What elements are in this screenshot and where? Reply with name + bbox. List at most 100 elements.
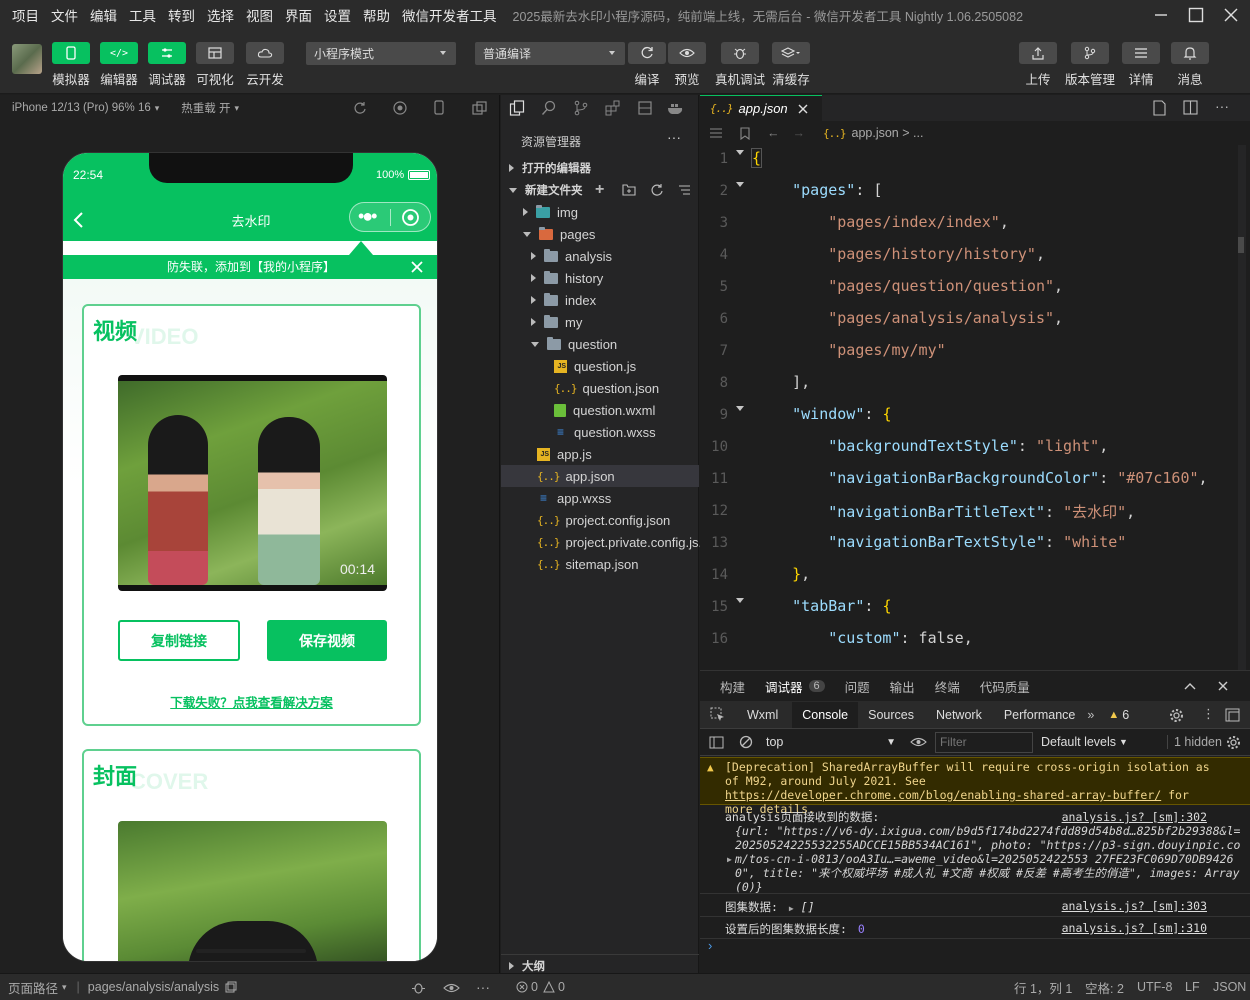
tree-item-question-json[interactable]: {..} question.json [501, 377, 699, 399]
tree-item-app-wxss[interactable]: ≡ app.wxss [501, 487, 699, 509]
forward-arrow-icon[interactable]: → [793, 126, 806, 140]
expand-arrow-icon[interactable]: ▶ [789, 904, 794, 913]
tree-item-project-private-config-js[interactable]: {..} project.private.config.js... [501, 531, 709, 553]
console-prompt[interactable]: › [708, 938, 712, 953]
clear-console-icon[interactable] [739, 735, 753, 749]
popout-icon[interactable] [472, 101, 487, 115]
rotate-icon[interactable] [353, 101, 367, 115]
inspect-icon[interactable] [710, 707, 725, 722]
tab-debugger[interactable]: 调试器 [765, 677, 803, 696]
chevron-up-icon[interactable] [1184, 682, 1196, 690]
project-root-section[interactable]: 新建文件夹 + [501, 179, 699, 201]
download-help-link[interactable]: 下载失败？点我查看解决方案 [84, 692, 419, 711]
tree-item-question-wxss[interactable]: ≡ question.wxss [501, 421, 699, 443]
tab-performance[interactable]: Performance [1004, 708, 1076, 722]
tab-wxml[interactable]: Wxml [747, 708, 778, 722]
tree-item-index[interactable]: index [501, 289, 699, 311]
log2-source-link[interactable]: analysis.js? [sm]:303 [1062, 899, 1207, 913]
warning-count[interactable]: 6 [1122, 708, 1129, 722]
gear-icon[interactable] [1169, 708, 1184, 723]
kebab-menu-icon[interactable]: ⋮ [1202, 706, 1215, 722]
menu-view[interactable]: 视图 [246, 5, 273, 25]
expand-arrow-icon[interactable]: ▶ [727, 853, 732, 867]
tree-item-sitemap-json[interactable]: {..} sitemap.json [501, 553, 699, 575]
tree-item-project-config-json[interactable]: {..} project.config.json [501, 509, 699, 531]
language-mode[interactable]: JSON [1213, 980, 1246, 994]
log-levels-select[interactable]: Default levels [1041, 735, 1116, 749]
new-folder-icon[interactable] [622, 183, 636, 196]
open-preview-icon[interactable] [1152, 100, 1167, 116]
fold-icon[interactable] [736, 406, 744, 411]
messages-button[interactable]: 消息 [1171, 42, 1209, 88]
fold-icon[interactable] [736, 150, 744, 155]
tab-console[interactable]: Console [792, 701, 859, 728]
copy-link-button[interactable]: 复制链接 [118, 620, 240, 661]
debugger-toggle[interactable]: 调试器 [148, 42, 186, 88]
menu-goto[interactable]: 转到 [168, 5, 195, 25]
menu-interface[interactable]: 界面 [285, 5, 312, 25]
menu-edit[interactable]: 编辑 [90, 5, 117, 25]
files-icon[interactable] [509, 100, 525, 116]
compile-button[interactable]: 编译 [628, 42, 666, 88]
tree-item-app-json[interactable]: {..} app.json [501, 465, 699, 487]
refresh-icon[interactable] [650, 183, 664, 197]
close-window-button[interactable] [1210, 0, 1250, 30]
eye-icon[interactable] [443, 982, 460, 994]
more-icon[interactable]: ··· [667, 129, 681, 145]
log1-source-link[interactable]: analysis.js? [sm]:302 [1062, 810, 1207, 824]
log1-object[interactable]: {url: "https://v6-dy.ixigua.com/b9d5f174… [735, 824, 1242, 894]
close-icon[interactable] [411, 261, 423, 273]
menu-project[interactable]: 项目 [12, 5, 39, 25]
copy-icon[interactable] [225, 981, 237, 993]
menu-help[interactable]: 帮助 [363, 5, 390, 25]
real-device-debug-button[interactable]: 真机调试 [715, 42, 765, 88]
capsule-menu[interactable]: •●• [349, 202, 431, 232]
tree-item-analysis[interactable]: analysis [501, 245, 699, 267]
menu-file[interactable]: 文件 [51, 5, 78, 25]
tree-item-app-js[interactable]: JS app.js [501, 443, 699, 465]
tab-network[interactable]: Network [936, 708, 982, 722]
more-tabs-icon[interactable]: » [1087, 708, 1094, 722]
tab-output[interactable]: 输出 [890, 677, 915, 696]
avatar[interactable] [12, 44, 42, 74]
target-icon[interactable] [401, 208, 420, 227]
record-icon[interactable] [393, 101, 407, 115]
editor-toggle[interactable]: </> 编辑器 [100, 42, 138, 88]
tree-item-history[interactable]: history [501, 267, 699, 289]
tab-build[interactable]: 构建 [720, 677, 745, 696]
close-icon[interactable] [1218, 681, 1228, 691]
more-icon[interactable]: ··· [476, 979, 490, 995]
more-actions-icon[interactable]: ··· [1215, 98, 1229, 114]
line-ending[interactable]: LF [1185, 980, 1200, 994]
collapse-all-icon[interactable] [678, 184, 691, 196]
docker-icon[interactable] [667, 100, 685, 116]
problems-summary[interactable]: 0 0 [516, 980, 565, 994]
mode-select[interactable]: 小程序模式 [306, 42, 456, 65]
tab-app-json[interactable]: {..} app.json [700, 95, 822, 121]
gear-icon[interactable] [1226, 735, 1241, 750]
clear-cache-button[interactable]: 清缓存 [772, 42, 810, 88]
tree-item-pages[interactable]: pages [501, 223, 699, 245]
new-file-icon[interactable]: + [595, 181, 604, 199]
menu-select[interactable]: 选择 [207, 5, 234, 25]
more-dots-icon[interactable]: •●• [358, 207, 378, 225]
open-editors-section[interactable]: 打开的编辑器 [501, 157, 699, 179]
menu-settings[interactable]: 设置 [324, 5, 351, 25]
dock-icon[interactable] [1225, 708, 1240, 722]
console-filter-input[interactable] [935, 731, 1033, 753]
page-path-label[interactable]: 页面路径 [8, 978, 58, 997]
tree-item-question-wxml[interactable]: question.wxml [501, 399, 699, 421]
context-select[interactable]: top ▼ [766, 732, 900, 752]
device-select[interactable]: iPhone 12/13 (Pro) 96% 16 [12, 102, 151, 114]
list-icon[interactable] [709, 127, 723, 139]
preview-button[interactable]: 预览 [668, 42, 706, 88]
storage-icon[interactable] [637, 100, 653, 116]
version-control-button[interactable]: 版本管理 [1065, 42, 1115, 88]
cursor-position[interactable]: 行 1，列 1 [1014, 978, 1072, 997]
encoding[interactable]: UTF-8 [1137, 980, 1172, 994]
breadcrumb-path[interactable]: app.json > ... [852, 126, 924, 140]
log3-source-link[interactable]: analysis.js? [sm]:310 [1062, 921, 1207, 935]
tree-item-my[interactable]: my [501, 311, 699, 333]
menu-wechat-devtools[interactable]: 微信开发者工具 [402, 5, 497, 25]
warning-link[interactable]: https://developer.chrome.com/blog/enabli… [725, 788, 1161, 802]
